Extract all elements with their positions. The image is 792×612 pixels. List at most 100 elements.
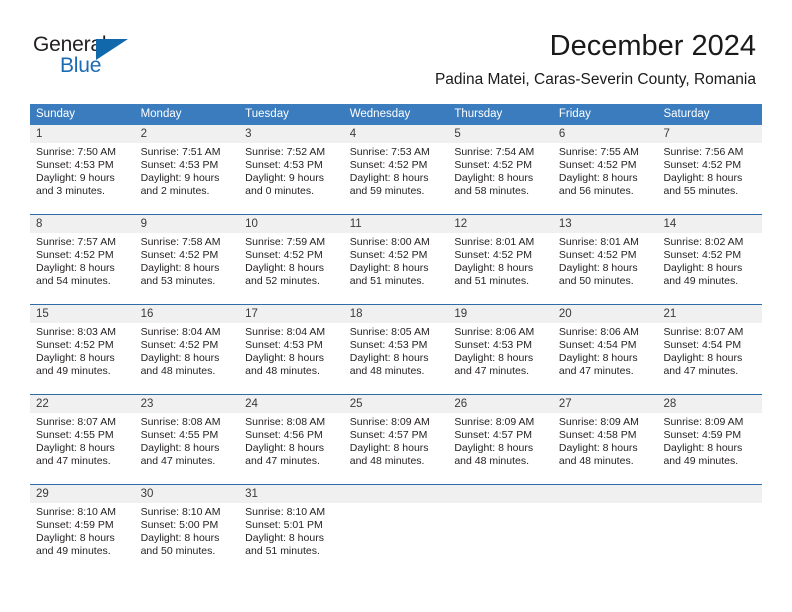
- day-details: Sunrise: 8:04 AM Sunset: 4:53 PM Dayligh…: [239, 323, 344, 378]
- day-cell[interactable]: 28 Sunrise: 8:09 AM Sunset: 4:59 PM Dayl…: [657, 395, 763, 484]
- daylight-line1: Daylight: 8 hours: [454, 171, 534, 184]
- daylight-line2: and 48 minutes.: [349, 364, 425, 377]
- day-details: Sunrise: 8:01 AM Sunset: 4:52 PM Dayligh…: [553, 233, 658, 288]
- daylight-line2: and 48 minutes.: [349, 454, 425, 467]
- day-details: Sunrise: 8:09 AM Sunset: 4:57 PM Dayligh…: [344, 413, 449, 468]
- day-cell[interactable]: 22 Sunrise: 8:07 AM Sunset: 4:55 PM Dayl…: [30, 395, 135, 484]
- day-details: Sunrise: 7:54 AM Sunset: 4:52 PM Dayligh…: [448, 143, 553, 198]
- title-block: December 2024 Padina Matei, Caras-Severi…: [435, 28, 756, 91]
- day-cell[interactable]: 10 Sunrise: 7:59 AM Sunset: 4:52 PM Dayl…: [239, 215, 344, 304]
- day-cell[interactable]: 11 Sunrise: 8:00 AM Sunset: 4:52 PM Dayl…: [343, 215, 449, 304]
- day-details: Sunrise: 8:01 AM Sunset: 4:52 PM Dayligh…: [448, 233, 553, 288]
- sunset-text: Sunset: 4:52 PM: [36, 338, 114, 351]
- sunset-text: Sunset: 4:55 PM: [36, 428, 114, 441]
- daylight-line1: Daylight: 8 hours: [663, 441, 743, 454]
- sunset-text: Sunset: 4:52 PM: [349, 158, 428, 171]
- day-cell[interactable]: 16 Sunrise: 8:04 AM Sunset: 4:52 PM Dayl…: [134, 305, 240, 394]
- day-cell[interactable]: 3 Sunrise: 7:52 AM Sunset: 4:53 PM Dayli…: [239, 125, 344, 214]
- day-cell[interactable]: 9 Sunrise: 7:58 AM Sunset: 4:52 PM Dayli…: [134, 215, 240, 304]
- day-cell[interactable]: 12 Sunrise: 8:01 AM Sunset: 4:52 PM Dayl…: [448, 215, 553, 304]
- sunrise-text: Sunrise: 7:54 AM: [454, 146, 535, 158]
- day-cell[interactable]: 24 Sunrise: 8:08 AM Sunset: 4:56 PM Dayl…: [239, 395, 344, 484]
- day-number: 6: [552, 125, 658, 143]
- day-cell[interactable]: 26 Sunrise: 8:09 AM Sunset: 4:57 PM Dayl…: [448, 395, 553, 484]
- daylight-line1: Daylight: 8 hours: [245, 351, 324, 364]
- daylight-line1: Daylight: 8 hours: [349, 351, 429, 364]
- sunrise-text: Sunrise: 8:10 AM: [245, 506, 326, 518]
- daylight-line1: Daylight: 9 hours: [245, 171, 324, 184]
- day-cell[interactable]: 30 Sunrise: 8:10 AM Sunset: 5:00 PM Dayl…: [134, 485, 240, 574]
- day-cell[interactable]: 7 Sunrise: 7:56 AM Sunset: 4:52 PM Dayli…: [657, 125, 763, 214]
- sunset-text: Sunset: 4:59 PM: [663, 428, 742, 441]
- day-number: 25: [343, 395, 449, 413]
- day-cell[interactable]: 18 Sunrise: 8:05 AM Sunset: 4:53 PM Dayl…: [343, 305, 449, 394]
- sunrise-text: Sunrise: 8:07 AM: [663, 326, 744, 338]
- sunrise-text: Sunrise: 7:52 AM: [245, 146, 326, 158]
- daylight-line1: Daylight: 8 hours: [245, 261, 324, 274]
- day-cell[interactable]: 8 Sunrise: 7:57 AM Sunset: 4:52 PM Dayli…: [30, 215, 135, 304]
- day-cell[interactable]: 20 Sunrise: 8:06 AM Sunset: 4:54 PM Dayl…: [552, 305, 658, 394]
- day-cell-empty: [448, 485, 553, 574]
- day-cell[interactable]: 29 Sunrise: 8:10 AM Sunset: 4:59 PM Dayl…: [30, 485, 135, 574]
- day-number: 16: [134, 305, 240, 323]
- day-number: 20: [552, 305, 658, 323]
- day-cell[interactable]: 1 Sunrise: 7:50 AM Sunset: 4:53 PM Dayli…: [30, 125, 135, 214]
- page-subtitle: Padina Matei, Caras-Severin County, Roma…: [434, 71, 756, 88]
- day-details: Sunrise: 8:05 AM Sunset: 4:53 PM Dayligh…: [344, 323, 449, 378]
- sunrise-text: Sunrise: 8:04 AM: [245, 326, 326, 338]
- day-details: Sunrise: 7:53 AM Sunset: 4:52 PM Dayligh…: [344, 143, 449, 198]
- sunset-text: Sunset: 4:52 PM: [663, 248, 742, 261]
- week-row: 29 Sunrise: 8:10 AM Sunset: 4:59 PM Dayl…: [30, 484, 763, 574]
- daylight-line1: Daylight: 8 hours: [140, 531, 220, 544]
- sunrise-text: Sunrise: 8:03 AM: [36, 326, 116, 338]
- day-number: 17: [239, 305, 344, 323]
- day-cell[interactable]: 27 Sunrise: 8:09 AM Sunset: 4:58 PM Dayl…: [552, 395, 658, 484]
- day-cell[interactable]: 15 Sunrise: 8:03 AM Sunset: 4:52 PM Dayl…: [30, 305, 135, 394]
- day-cell[interactable]: 19 Sunrise: 8:06 AM Sunset: 4:53 PM Dayl…: [448, 305, 553, 394]
- daylight-line1: Daylight: 9 hours: [140, 171, 220, 184]
- daylight-line1: Daylight: 8 hours: [663, 171, 743, 184]
- day-number: 9: [134, 215, 240, 233]
- daylight-line1: Daylight: 8 hours: [349, 261, 429, 274]
- sunset-text: Sunset: 4:52 PM: [140, 248, 219, 261]
- sunrise-text: Sunrise: 7:59 AM: [245, 236, 326, 248]
- day-cell[interactable]: 23 Sunrise: 8:08 AM Sunset: 4:55 PM Dayl…: [134, 395, 240, 484]
- sunrise-text: Sunrise: 8:01 AM: [558, 236, 639, 248]
- day-cell-empty: [657, 485, 763, 574]
- day-number: 30: [134, 485, 240, 503]
- day-cell[interactable]: 31 Sunrise: 8:10 AM Sunset: 5:01 PM Dayl…: [239, 485, 344, 574]
- calendar-page: General Blue December 2024 Padina Matei,…: [0, 0, 792, 612]
- day-cell[interactable]: 4 Sunrise: 7:53 AM Sunset: 4:52 PM Dayli…: [343, 125, 449, 214]
- day-cell[interactable]: 17 Sunrise: 8:04 AM Sunset: 4:53 PM Dayl…: [239, 305, 344, 394]
- sunset-text: Sunset: 4:52 PM: [140, 338, 219, 351]
- daylight-line1: Daylight: 8 hours: [140, 441, 220, 454]
- day-details: Sunrise: 8:07 AM Sunset: 4:55 PM Dayligh…: [30, 413, 135, 468]
- sunrise-text: Sunrise: 8:09 AM: [558, 416, 639, 428]
- brand-logo[interactable]: General Blue: [33, 34, 153, 84]
- day-cell[interactable]: 21 Sunrise: 8:07 AM Sunset: 4:54 PM Dayl…: [657, 305, 763, 394]
- day-details: [448, 503, 553, 506]
- day-number: 23: [134, 395, 240, 413]
- day-cell[interactable]: 2 Sunrise: 7:51 AM Sunset: 4:53 PM Dayli…: [134, 125, 240, 214]
- sunrise-text: Sunrise: 7:58 AM: [140, 236, 221, 248]
- day-cell[interactable]: 13 Sunrise: 8:01 AM Sunset: 4:52 PM Dayl…: [552, 215, 658, 304]
- sunrise-text: Sunrise: 8:09 AM: [349, 416, 430, 428]
- daylight-line2: and 50 minutes.: [558, 274, 634, 287]
- day-number: 13: [552, 215, 658, 233]
- sunset-text: Sunset: 4:52 PM: [349, 248, 428, 261]
- sunrise-text: Sunrise: 8:08 AM: [245, 416, 326, 428]
- day-cell[interactable]: 14 Sunrise: 8:02 AM Sunset: 4:52 PM Dayl…: [657, 215, 763, 304]
- day-cell[interactable]: 5 Sunrise: 7:54 AM Sunset: 4:52 PM Dayli…: [448, 125, 553, 214]
- daylight-line1: Daylight: 8 hours: [349, 171, 429, 184]
- day-number: 28: [657, 395, 763, 413]
- sunset-text: Sunset: 4:53 PM: [454, 338, 532, 351]
- calendar-grid: Sunday Monday Tuesday Wednesday Thursday…: [30, 104, 763, 574]
- daylight-line2: and 59 minutes.: [349, 184, 425, 197]
- day-number: 24: [239, 395, 344, 413]
- daylight-line2: and 47 minutes.: [558, 364, 634, 377]
- day-cell[interactable]: 6 Sunrise: 7:55 AM Sunset: 4:52 PM Dayli…: [552, 125, 658, 214]
- day-cell[interactable]: 25 Sunrise: 8:09 AM Sunset: 4:57 PM Dayl…: [343, 395, 449, 484]
- day-details: Sunrise: 8:08 AM Sunset: 4:55 PM Dayligh…: [135, 413, 240, 468]
- daylight-line2: and 49 minutes.: [36, 544, 111, 557]
- weekday-header-row: Sunday Monday Tuesday Wednesday Thursday…: [30, 104, 762, 125]
